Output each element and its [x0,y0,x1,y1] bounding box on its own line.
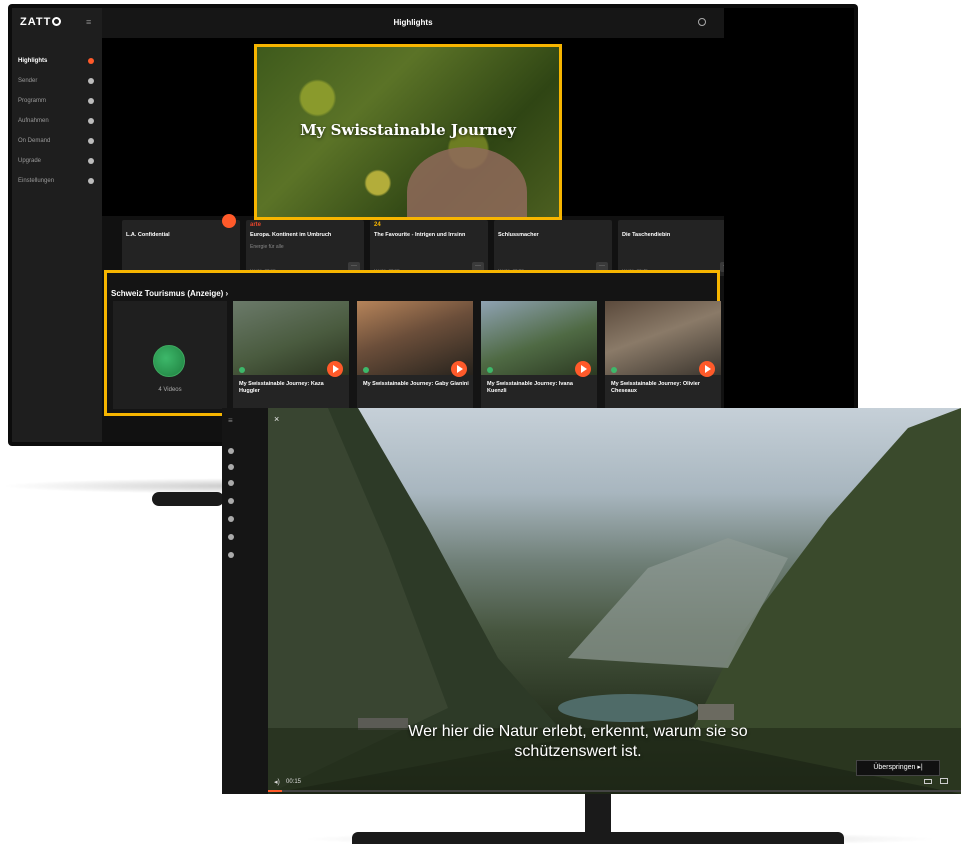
channel-logo-icon [611,367,617,373]
hut [698,704,734,720]
play-button[interactable] [699,361,715,377]
video-player[interactable]: × Wer hier die Natur erlebt, erkennt, wa… [268,408,961,794]
program-tile[interactable]: L.A. Confidential [122,214,240,276]
clock-icon[interactable] [228,480,234,486]
back-monitor-stand [152,492,224,506]
volume-icon[interactable]: ◂) [274,778,280,786]
swisstainable-logo-icon [153,345,185,377]
program-tile[interactable]: Schlussmacher Heute, 20:00 ··· [494,220,612,276]
subtitles-icon[interactable] [924,779,932,784]
channel-logo-icon [363,367,369,373]
sidebar-item-on-demand[interactable]: On Demand [12,132,102,150]
progress-fill [268,790,282,792]
gear-icon [88,178,94,184]
on-demand-icon[interactable] [228,516,234,522]
highlights-icon[interactable] [228,448,234,454]
video-card[interactable]: My Swisstainable Journey: Gaby Gianini [357,301,473,409]
close-icon[interactable]: × [274,414,279,424]
sidebar: ZATT ≡ Highlights Sender Programm Aufnah… [12,8,102,442]
skip-button[interactable]: Überspringen ▸| [856,760,940,776]
recording-badge-icon [222,214,236,228]
hero-banner: My Swisstainable Journey [102,38,724,220]
program-tile[interactable]: arte Europa. Kontinent im Umbruch Energi… [246,220,364,276]
channel-logo-icon [487,367,493,373]
upgrade-icon[interactable] [228,534,234,540]
video-count: 4 Videos [158,387,182,393]
front-monitor: ≡ × Wer hier die Natur erlebt, erkennt, … [222,408,961,794]
fullscreen-icon[interactable] [940,778,948,784]
sidebar-item-einstellungen[interactable]: Einstellungen [12,172,102,190]
menu-icon[interactable]: ≡ [228,416,233,425]
promo-channel-card[interactable]: 4 Videos [113,301,227,409]
menu-icon[interactable]: ≡ [86,17,91,27]
zattoo-logo[interactable]: ZATT [20,16,62,28]
recordings-icon[interactable] [228,498,234,504]
search-icon[interactable] [698,18,706,26]
video-card[interactable]: My Swisstainable Journey: Ivana Kuenzli [481,301,597,409]
sidebar-item-highlights[interactable]: Highlights [12,52,102,70]
sidebar-item-sender[interactable]: Sender [12,72,102,90]
page-title: Highlights [393,18,433,27]
logo-ring-icon [52,17,62,26]
top-bar: Highlights [102,8,724,38]
tv-icon[interactable] [228,464,234,470]
hero-title: My Swisstainable Journey [300,121,516,139]
play-button[interactable] [327,361,343,377]
sidebar-collapsed: ≡ [222,408,268,794]
promo-title[interactable]: Schweiz Tourismus (Anzeige) › [111,289,228,298]
hero-image-figure [407,147,527,217]
mountain-lake [558,694,698,722]
hero-video[interactable]: My Swisstainable Journey [254,44,562,220]
gear-icon[interactable] [228,552,234,558]
front-monitor-stand-neck [585,792,611,834]
highlights-icon [88,58,94,64]
video-card[interactable]: My Swisstainable Journey: Olivier Chesea… [605,301,721,409]
sidebar-item-aufnahmen[interactable]: Aufnahmen [12,112,102,130]
promo-section: Schweiz Tourismus (Anzeige) › 4 Videos M… [104,270,721,416]
program-tile[interactable]: 24 The Favourite - Intrigen und Irrsinn … [370,220,488,276]
tv-icon [88,78,94,84]
clock-icon [88,98,94,104]
sidebar-item-upgrade[interactable]: Upgrade [12,152,102,170]
sidebar-item-programm[interactable]: Programm [12,92,102,110]
program-tile[interactable]: Die Taschendiebin Heute, 22:45 ··· [618,220,724,276]
channel-logo-icon [239,367,245,373]
video-card[interactable]: My Swisstainable Journey: Kaza Huggler [233,301,349,409]
program-tiles: L.A. Confidential arte Europa. Kontinent… [122,214,724,276]
screen-black-area [724,8,854,442]
subtitle-text: Wer hier die Natur erlebt, erkennt, waru… [408,723,748,760]
playback-time: 00:15 [286,779,302,785]
play-button[interactable] [451,361,467,377]
recordings-icon [88,118,94,124]
play-button[interactable] [575,361,591,377]
progress-bar[interactable] [268,790,961,792]
front-monitor-stand-base [352,832,844,844]
upgrade-icon [88,158,94,164]
on-demand-icon [88,138,94,144]
